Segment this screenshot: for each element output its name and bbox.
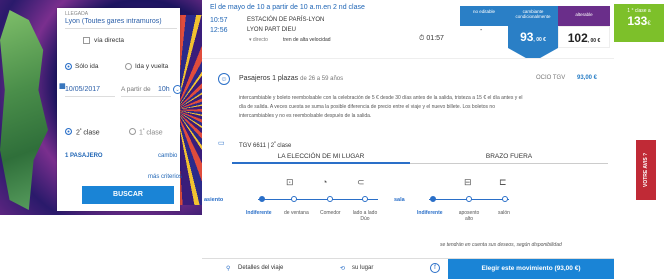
room-label: sala xyxy=(394,197,405,203)
price-alt-button[interactable]: 102, 00 € xyxy=(558,26,610,48)
class-1-radio[interactable] xyxy=(129,128,136,135)
arrival-station: LYON PART DIEU xyxy=(247,27,296,33)
round-trip-radio[interactable] xyxy=(125,63,132,70)
upper-deck-icon: ⊟ xyxy=(464,177,472,187)
right-strip: 1 ° clase a 133€ xyxy=(614,0,664,278)
price-main-value: 93 xyxy=(520,30,534,44)
divider xyxy=(65,96,115,97)
first-class-label: 1 ° clase a xyxy=(627,8,651,14)
result-panel: El de mayo de 10 a partir de 10 a.m.en 2… xyxy=(202,0,614,279)
seat-knob-window[interactable] xyxy=(291,196,297,202)
tab-outbound[interactable]: BRAZO FUERA xyxy=(410,150,608,164)
seat-knob-dining[interactable] xyxy=(327,196,333,202)
seat-option: de ventana xyxy=(284,210,309,216)
availability-note: se tendrán en cuenta sus deseos, según d… xyxy=(440,242,562,248)
ocio-price: 93,00 € xyxy=(577,75,598,81)
conditions-line-1: intercambiable y boleto reembolsable con… xyxy=(239,95,523,101)
tag-alterable: alterable xyxy=(558,6,610,26)
arrival-input[interactable]: Lyon (Toutes gares intramuros) xyxy=(65,18,177,25)
conditions-line-2: día de salida. A veces cuesta se suma la… xyxy=(239,104,495,110)
room-knob-upper[interactable] xyxy=(466,196,472,202)
departure-station: ESTACIÓN DE PARÍS-LYON xyxy=(247,17,325,23)
dining-icon: ◔ xyxy=(322,177,328,187)
train-icon: ▭ xyxy=(218,140,225,147)
facebook-icon[interactable]: f xyxy=(430,263,440,273)
change-link[interactable]: cambio xyxy=(158,153,177,159)
search-form: LLEGADA Lyon (Toutes gares intramuros) v… xyxy=(57,8,182,211)
seat-label: asiento xyxy=(204,197,224,203)
select-fare-button[interactable]: Elegir este movimiento (93,00 €) xyxy=(448,259,614,279)
train-label: TGV 6611 | 2ª clase xyxy=(239,140,292,149)
seat-option: Comedor xyxy=(320,210,341,216)
first-class-price: 133 xyxy=(627,14,648,28)
seat-icon: ⟲ xyxy=(340,266,346,272)
price-main-button[interactable]: 93, 00 € xyxy=(508,26,558,48)
divider xyxy=(65,28,177,29)
tab-seat-choice[interactable]: LA ELECCIÓN DE MI LUGAR xyxy=(232,150,410,164)
trip-details-link[interactable]: Detalles del viaje xyxy=(238,265,283,271)
room-option: salón xyxy=(498,210,510,216)
train-type: tren de alta velocidad xyxy=(283,37,331,43)
time-label: A partir de xyxy=(121,86,151,93)
conditions-line-3: intercambiables y no es reembolsable des… xyxy=(239,113,372,119)
your-place-link[interactable]: su lugar xyxy=(352,265,373,271)
passenger-icon: ☺ xyxy=(218,73,230,85)
direct-label: vía directa xyxy=(94,37,124,44)
duration: ⏱ 01:57 xyxy=(419,35,444,42)
room-option: aposento alto xyxy=(458,210,480,222)
first-class-suffix: € xyxy=(647,21,651,27)
train-header: El de mayo de 10 a partir de 10 a.m.en 2… xyxy=(202,0,614,62)
date-line: El de mayo de 10 a partir de 10 a.m.en 2… xyxy=(210,4,365,11)
chevron-down-icon[interactable]: ⌄ xyxy=(173,85,182,94)
more-criteria-link[interactable]: más criterios xyxy=(148,174,182,180)
lounge-icon: ⊏ xyxy=(499,177,507,187)
direct-checkbox[interactable] xyxy=(83,37,90,44)
arrival-label: LLEGADA xyxy=(65,11,89,17)
seat-option: Indiferente xyxy=(246,210,272,216)
duo-icon: ⊂ xyxy=(357,177,365,187)
room-option: Indiferente xyxy=(417,210,443,216)
price-main-suffix: , 00 € xyxy=(533,37,546,43)
seat-tabs: LA ELECCIÓN DE MI LUGAR BRAZO FUERA xyxy=(232,150,608,164)
passengers-title: Pasajeros 1 plazas de 26 a 59 años xyxy=(239,75,344,82)
passengers-link[interactable]: 1 PASAJERO xyxy=(65,153,103,159)
window-seat-icon: ⊡ xyxy=(286,177,294,187)
ocio-label: OCIO TGV xyxy=(536,75,566,81)
first-class-price-button[interactable]: 1 ° clase a 133€ xyxy=(614,4,664,42)
seat-knob-indifferent[interactable] xyxy=(259,196,265,202)
room-knob-lounge[interactable] xyxy=(502,196,508,202)
seat-slider-track xyxy=(258,199,378,200)
time-input[interactable]: 10h xyxy=(158,86,172,93)
round-trip-label: Ida y vuelta xyxy=(135,63,169,70)
pin-icon: ⚲ xyxy=(226,266,231,272)
footer-bar: ⚲ Detalles del viaje ⟲ su lugar f Elegir… xyxy=(202,258,614,279)
class-2-label: 2ª clase xyxy=(76,127,100,137)
one-way-radio[interactable] xyxy=(65,63,72,70)
dash: - xyxy=(480,27,483,34)
departure-time: 10:57 xyxy=(210,17,228,24)
direct-label: ▾ directo xyxy=(249,37,268,43)
room-knob-indifferent[interactable] xyxy=(430,196,436,202)
arrival-time: 12:56 xyxy=(210,27,228,34)
divider xyxy=(121,96,171,97)
feedback-tab[interactable]: VOTRE AVIS ? xyxy=(636,140,656,200)
tag-not-editable: no editable xyxy=(460,6,508,26)
price-alt-value: 102 xyxy=(567,31,588,45)
seat-knob-duo[interactable] xyxy=(362,196,368,202)
tag-changeable: cambiante condicionalmente xyxy=(508,6,558,26)
search-button[interactable]: BUSCAR xyxy=(82,186,174,204)
class-2-radio[interactable] xyxy=(65,128,72,135)
date-input[interactable]: 10/05/2017 xyxy=(65,86,119,93)
seat-option: lado a lado Dúo xyxy=(352,210,378,222)
class-1-label: 1ª clase xyxy=(139,127,163,137)
one-way-label: Sólo ida xyxy=(75,63,99,70)
price-alt-suffix: , 00 € xyxy=(587,38,601,44)
